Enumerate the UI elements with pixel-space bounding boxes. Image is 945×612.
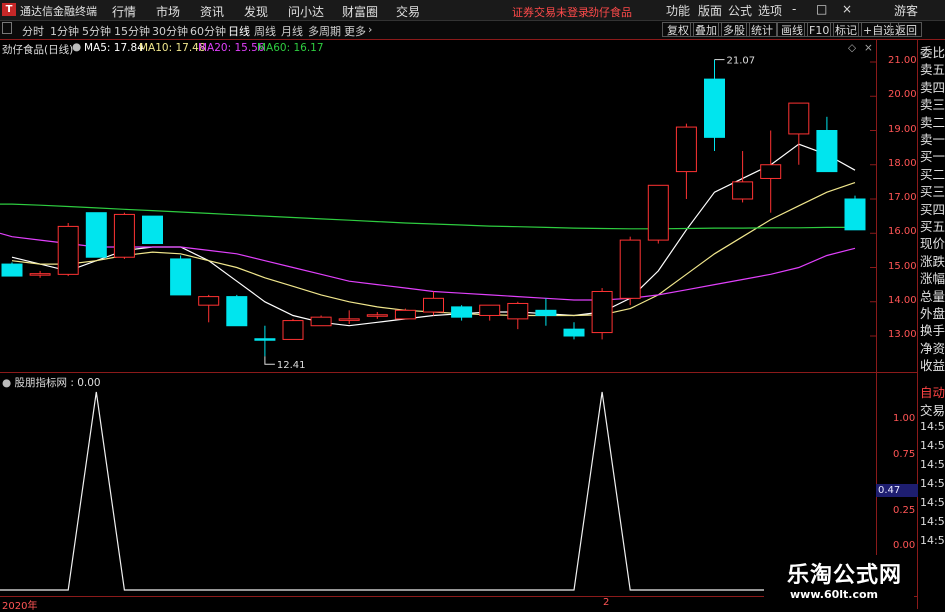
candle-body (479, 304, 501, 316)
candle-body (282, 320, 304, 340)
order-book-item: 买五 (920, 219, 945, 234)
watermark-title: 乐淘公式网 (787, 563, 903, 588)
order-book-item: 涨跌 (920, 253, 945, 269)
price-tick-label: 14.00 (888, 294, 917, 306)
candle-body (732, 181, 754, 200)
order-book-item: 涨幅 (920, 271, 945, 287)
high-price-label: 21.07 (727, 56, 756, 67)
order-book-item: 换手 (920, 323, 945, 339)
candle-body (29, 273, 51, 276)
price-tick-label: 21.00 (888, 55, 917, 66)
x-axis-mid-label: 2 (603, 597, 610, 608)
watermark-url: www.60lt.com (790, 588, 879, 601)
order-book-item: 买二 (920, 166, 945, 182)
price-tick-label: 18.00 (888, 157, 917, 169)
candle-body (647, 184, 669, 241)
trade-time: 14:56 (920, 420, 945, 433)
trade-item[interactable]: 交易 (920, 404, 945, 418)
candle-body (170, 258, 192, 296)
order-book-item: 卖一 (920, 132, 945, 147)
sub-chart-label: ● 股朋指标网 : 0.00 (2, 375, 101, 390)
price-tick-label: 20.00 (888, 89, 917, 101)
guest-button[interactable]: 游客 (894, 2, 918, 19)
candle-body (844, 198, 866, 231)
candle-body (788, 102, 810, 135)
candle-body (1, 263, 23, 277)
candle-body (198, 296, 220, 306)
auto-trade-item[interactable]: 自动 (920, 386, 945, 400)
order-book-item: 净资 (920, 340, 945, 356)
candle-body (85, 212, 107, 258)
price-tick-label: 13.00 (888, 329, 917, 340)
back-button[interactable]: 返回 (890, 22, 922, 37)
candle-body (760, 164, 782, 179)
trade-time: 14:56 (920, 515, 945, 528)
candle-body (394, 309, 416, 320)
candle-body (535, 309, 557, 316)
order-book-item: 委比 (920, 45, 945, 60)
site-watermark: 乐淘公式网 www.60lt.com (764, 555, 914, 609)
price-tick-label: 15.00 (888, 260, 917, 272)
candle-body (591, 290, 613, 334)
candle-body (57, 225, 79, 275)
candle-body (113, 213, 135, 258)
trade-time: 14:56 (920, 496, 945, 509)
candle-body (226, 296, 248, 327)
candle-body (451, 306, 473, 318)
indicator-line (0, 391, 876, 591)
sub-tick-075: 0.75 (893, 449, 916, 460)
order-book-item: 卖五 (920, 62, 945, 78)
candle-body (142, 215, 163, 245)
price-tick-label: 19.00 (888, 123, 917, 135)
sub-current-value: 0.47 (876, 484, 918, 497)
axis-divider (876, 40, 877, 609)
order-book-item: 卖三 (920, 97, 945, 113)
candle-body (675, 126, 697, 173)
trade-time: 14:56 (920, 439, 945, 452)
settings-icon[interactable]: ● (2, 377, 11, 389)
candle-body (619, 239, 641, 299)
x-axis-start-label: 2020年 (2, 601, 38, 612)
order-book-item: 卖四 (920, 79, 945, 95)
order-book-item: 买一 (920, 149, 945, 165)
candle-body (816, 130, 838, 173)
order-book-item: 买四 (920, 201, 945, 217)
sub-tick-0: 0.00 (893, 540, 916, 551)
trade-time: 14:56 (920, 477, 945, 490)
low-price-label: 12.41 (277, 360, 306, 371)
low-marker-line (264, 356, 275, 365)
order-book-item: 总量 (920, 288, 945, 304)
order-book-item: 收益 (920, 358, 945, 374)
order-book-item: 现价 (920, 236, 945, 252)
trade-time: 14:56 (920, 534, 945, 547)
price-tick-label: 17.00 (888, 192, 917, 203)
candle-body (563, 328, 585, 337)
candle-body (310, 316, 332, 327)
candle-body (704, 78, 725, 138)
order-book-item: 买三 (920, 184, 945, 200)
candle-body (423, 297, 444, 313)
sub-indicator-label: 股朋指标网 : 0.00 (14, 377, 101, 389)
sub-tick-025: 0.25 (893, 505, 916, 516)
candle-body (507, 302, 529, 320)
trade-time: 14:56 (920, 458, 945, 471)
order-book-item: 卖二 (920, 114, 945, 130)
kline-chart[interactable]: 21.07 12.41 (0, 0, 876, 609)
sub-tick-1: 1.00 (893, 413, 916, 424)
candle-body (338, 318, 360, 321)
candle-body (254, 338, 276, 341)
candle-body (366, 314, 388, 317)
right-panel-divider (917, 40, 918, 609)
price-tick-label: 16.00 (888, 226, 917, 238)
order-book-item: 外盘 (920, 306, 945, 321)
